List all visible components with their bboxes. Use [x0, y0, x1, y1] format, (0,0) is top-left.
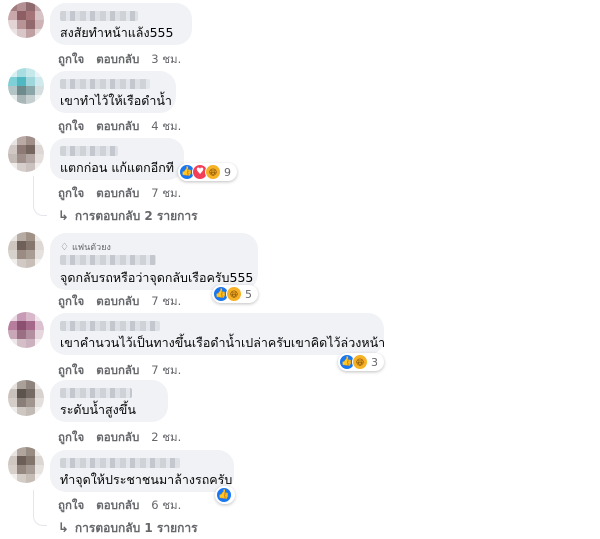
- diamond-icon: ♢: [60, 241, 69, 253]
- comment-text: เขาคำนวนไว้เป็นทางขึ้นเรือดำน้ำเปล่าครับ…: [60, 335, 386, 350]
- author-name[interactable]: [60, 255, 156, 265]
- reply-action[interactable]: ตอบกลับ: [96, 51, 139, 69]
- comment-bubble: สงสัยทำหน้าแล้ง555: [50, 3, 192, 45]
- comment-bubble: ทำจุดให้ประชาชนมาล้างรถครับ: [50, 450, 234, 492]
- comment-actions: ถูกใจ ตอบกลับ 3 ชม.: [58, 51, 181, 69]
- author-name[interactable]: [60, 321, 160, 331]
- comment-actions: ถูกใจ ตอบกลับ 4 ชม.: [58, 118, 181, 136]
- haha-reaction-icon: 😆: [352, 354, 368, 370]
- avatar[interactable]: [8, 447, 44, 483]
- like-action[interactable]: ถูกใจ: [58, 293, 84, 311]
- top-fan-badge: ♢ แฟนตัวยง: [60, 240, 111, 254]
- timestamp[interactable]: 3 ชม.: [151, 51, 181, 69]
- comment-text: แตกก่อน แก้แตกอีกที: [60, 160, 175, 175]
- author-name[interactable]: [60, 11, 138, 21]
- badge-label: แฟนตัวยง: [71, 243, 111, 253]
- reply-action[interactable]: ตอบกลับ: [96, 118, 139, 136]
- reply-action[interactable]: ตอบกลับ: [96, 429, 139, 447]
- comment-text: ระดับน้ำสูงขึ้น: [60, 402, 136, 417]
- like-action[interactable]: ถูกใจ: [58, 185, 84, 203]
- timestamp[interactable]: 7 ชม.: [151, 293, 181, 311]
- reply-arrow-icon: ↳: [58, 521, 69, 536]
- avatar[interactable]: [8, 312, 44, 348]
- avatar[interactable]: [8, 380, 44, 416]
- comment-bubble: เขาทำไว้ให้เรือดำน้ำ: [50, 71, 176, 113]
- timestamp[interactable]: 7 ชม.: [151, 185, 181, 203]
- timestamp[interactable]: 7 ชม.: [151, 362, 181, 380]
- comment-bubble: เขาคำนวนไว้เป็นทางขึ้นเรือดำน้ำเปล่าครับ…: [50, 313, 386, 355]
- like-action[interactable]: ถูกใจ: [58, 497, 84, 515]
- haha-reaction-icon: 😆: [226, 286, 242, 302]
- reaction-count: 5: [245, 287, 252, 301]
- reaction-summary[interactable]: 👍 ♥ 😆 9: [178, 163, 237, 181]
- comment-actions: ถูกใจ ตอบกลับ 2 ชม.: [58, 429, 181, 447]
- reply-action[interactable]: ตอบกลับ: [96, 497, 139, 515]
- comment-text: ทำจุดให้ประชาชนมาล้างรถครับ: [60, 472, 233, 487]
- reply-arrow-icon: ↳: [58, 209, 69, 224]
- avatar[interactable]: [8, 68, 44, 104]
- reply-action[interactable]: ตอบกลับ: [96, 185, 139, 203]
- replies-label: การตอบกลับ 2 รายการ: [74, 209, 198, 223]
- author-name[interactable]: [60, 146, 118, 156]
- avatar[interactable]: [8, 232, 44, 268]
- like-reaction-icon: 👍: [216, 487, 232, 503]
- author-name[interactable]: [60, 388, 132, 398]
- reaction-summary[interactable]: 👍 😆 3: [338, 353, 384, 371]
- like-action[interactable]: ถูกใจ: [58, 51, 84, 69]
- reaction-count: 3: [371, 355, 378, 369]
- comment-bubble: ♢ แฟนตัวยง จุดกลับรถหรือว่าจุดกลับเรือคร…: [50, 233, 258, 290]
- author-name[interactable]: [60, 458, 180, 468]
- comment-bubble: แตกก่อน แก้แตกอีกที: [50, 138, 184, 180]
- view-replies-link[interactable]: ↳ การตอบกลับ 2 รายการ: [58, 207, 198, 226]
- like-action[interactable]: ถูกใจ: [58, 118, 84, 136]
- reaction-count: 9: [224, 165, 231, 179]
- reaction-summary[interactable]: 👍 😆 5: [212, 285, 258, 303]
- timestamp[interactable]: 2 ชม.: [151, 429, 181, 447]
- comment-actions: ถูกใจ ตอบกลับ 7 ชม.: [58, 293, 181, 311]
- avatar[interactable]: [8, 2, 44, 38]
- timestamp[interactable]: 4 ชม.: [151, 118, 181, 136]
- replies-label: การตอบกลับ 1 รายการ: [74, 521, 198, 535]
- comment-actions: ถูกใจ ตอบกลับ 6 ชม.: [58, 497, 181, 515]
- haha-reaction-icon: 😆: [205, 164, 221, 180]
- comment-actions: ถูกใจ ตอบกลับ 7 ชม.: [58, 362, 181, 380]
- view-replies-link[interactable]: ↳ การตอบกลับ 1 รายการ: [58, 519, 198, 538]
- reaction-summary[interactable]: 👍: [215, 486, 235, 504]
- avatar[interactable]: [8, 136, 44, 172]
- thread-line: [33, 490, 47, 526]
- comment-text: สงสัยทำหน้าแล้ง555: [60, 25, 174, 40]
- comment-text: จุดกลับรถหรือว่าจุดกลับเรือครับ555: [60, 270, 254, 285]
- timestamp[interactable]: 6 ชม.: [151, 497, 181, 515]
- like-action[interactable]: ถูกใจ: [58, 362, 84, 380]
- author-name[interactable]: [60, 79, 150, 89]
- comment-actions: ถูกใจ ตอบกลับ 7 ชม.: [58, 185, 181, 203]
- comment-text: เขาทำไว้ให้เรือดำน้ำ: [60, 93, 172, 108]
- reply-action[interactable]: ตอบกลับ: [96, 362, 139, 380]
- reply-action[interactable]: ตอบกลับ: [96, 293, 139, 311]
- like-action[interactable]: ถูกใจ: [58, 429, 84, 447]
- thread-line: [33, 176, 47, 216]
- comment-bubble: ระดับน้ำสูงขึ้น: [50, 380, 168, 422]
